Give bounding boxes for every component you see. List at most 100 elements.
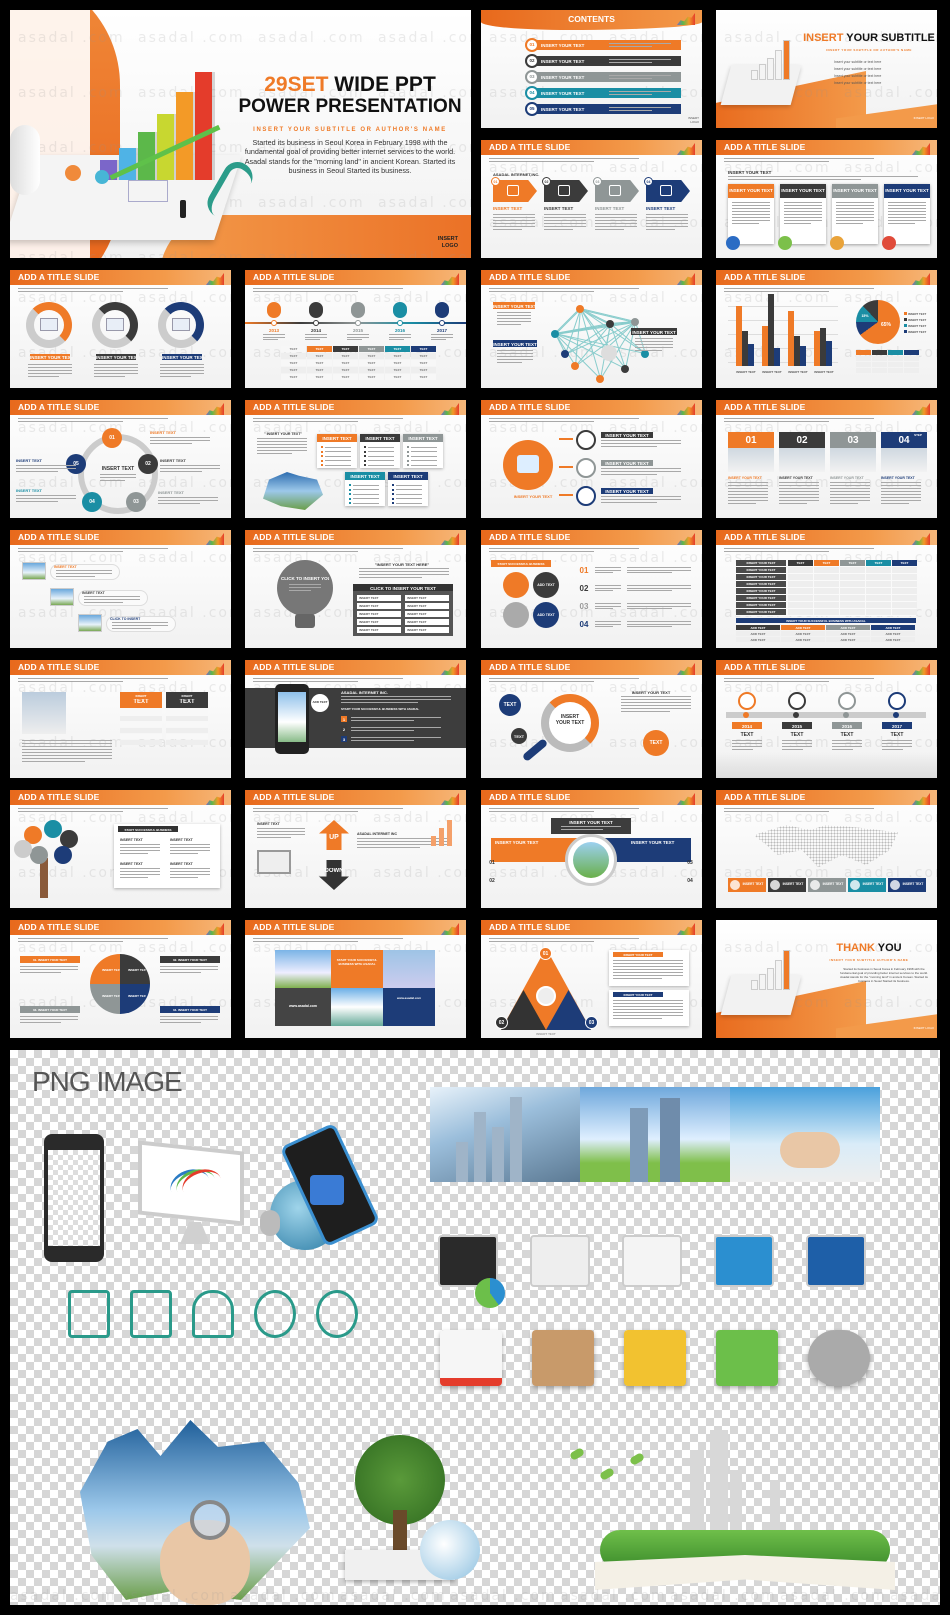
text-line <box>881 491 921 493</box>
tree-leaf-circle <box>30 846 48 864</box>
paper-roll-end <box>10 125 40 195</box>
slide-thumbnail[interactable]: ADD A TITLE SLIDEasadal .comasadal .coma… <box>481 790 702 908</box>
network-node <box>571 362 579 370</box>
bar-graphic <box>759 64 766 80</box>
label: TEXT <box>393 354 402 358</box>
label: TEXT <box>289 368 298 372</box>
photo-image <box>275 950 331 988</box>
text-line <box>150 440 210 442</box>
text-line <box>325 451 351 453</box>
table-cell <box>788 602 813 608</box>
slide-thumbnail[interactable]: ADD A TITLE SLIDEasadal .comasadal .coma… <box>716 530 937 648</box>
text-line <box>257 450 307 452</box>
slide-thumbnail[interactable]: ADD A TITLE SLIDEasadal .comasadal .coma… <box>716 400 937 518</box>
slide-thumbnail[interactable]: ADD A TITLE SLIDEasadal .comasadal .coma… <box>10 660 231 778</box>
text-line <box>836 217 874 219</box>
table-cell <box>788 588 813 594</box>
label: INSERT YOUR TEXT <box>779 476 813 480</box>
label: INSERT TEXT <box>120 838 143 842</box>
text-line <box>544 223 586 225</box>
label: " INSERT YOUR TEXT" <box>263 432 303 436</box>
text-line <box>325 464 351 466</box>
text-line <box>16 501 58 503</box>
text-line <box>497 318 531 320</box>
pie-graphic <box>65 165 81 181</box>
text-line <box>732 746 762 748</box>
text-line <box>170 847 210 849</box>
bar <box>826 341 832 366</box>
slide-thumbnail[interactable]: ADD A TITLE SLIDEasadal .comasadal .coma… <box>245 790 466 908</box>
label: INSERT YOUR TEXT <box>830 476 864 480</box>
thank-you-slide[interactable]: asadal .comasadal .comasadal .comasadal … <box>716 920 937 1038</box>
text-line <box>888 205 926 207</box>
label: INSERT TEXT <box>822 882 844 886</box>
slide-thumbnail[interactable]: ADD A TITLE SLIDEasadal .comasadal .coma… <box>716 790 937 908</box>
e-letter-graphic <box>260 1210 280 1236</box>
text-line <box>613 1012 683 1014</box>
label: ADD TEXT <box>795 637 811 642</box>
bullet-dot <box>392 488 394 491</box>
slide-thumbnail[interactable]: ADD A TITLE SLIDEasadal .comasadal .coma… <box>245 270 466 388</box>
label: 02 <box>796 435 808 446</box>
lightbulb-plant-icon <box>716 1330 778 1386</box>
text-line <box>595 590 614 592</box>
watermark-text: asadal .com <box>780 1588 887 1604</box>
slide-thumbnail[interactable]: ADD A TITLE SLIDEasadal .comasadal .coma… <box>245 920 466 1038</box>
slide-thumbnail[interactable]: ADD A TITLE SLIDEasadal .comasadal .coma… <box>481 920 702 1038</box>
bullet-dot <box>392 502 394 504</box>
table-cell <box>166 710 208 715</box>
label: INSERT YOUR TEXT <box>555 714 585 726</box>
bullet-dot <box>349 493 351 495</box>
slide-thumbnail[interactable]: ADD A TITLE SLIDEasadal .comasadal .coma… <box>10 790 231 908</box>
text-line <box>100 480 126 482</box>
bar-graphic <box>751 70 758 80</box>
slide-thumbnail[interactable]: ADD A TITLE SLIDEasadal .comasadal .coma… <box>10 270 231 388</box>
label: INSERT YOUR TEXT <box>833 188 877 193</box>
text-line <box>779 503 807 505</box>
slide-thumbnail[interactable]: ADD A TITLE SLIDEasadal .comasadal .coma… <box>481 530 702 648</box>
label: 02 <box>489 878 495 884</box>
slide-thumbnail[interactable]: ADD A TITLE SLIDEasadal .comasadal .coma… <box>10 530 231 648</box>
label: INSERT TEXT <box>493 206 523 211</box>
text-line <box>646 220 688 222</box>
text-line <box>257 444 307 446</box>
text-line <box>368 464 394 466</box>
hand-holding-city <box>780 1132 840 1168</box>
text-line <box>830 497 870 499</box>
text-line <box>595 623 621 625</box>
text-line <box>888 220 926 222</box>
slide-thumbnail[interactable]: ADD A TITLE SLIDEasadal .comasadal .coma… <box>481 270 702 388</box>
text-line <box>289 590 312 592</box>
slide-thumbnail[interactable]: ADD A TITLE SLIDEasadal .comasadal .coma… <box>716 140 937 258</box>
subtitle-slide[interactable]: asadal .comasadal .comasadal .comasadal … <box>716 10 937 128</box>
text-line <box>882 743 912 745</box>
skyscraper-graphic <box>492 1127 504 1182</box>
city-skyline <box>716 752 937 778</box>
contents-slide[interactable]: CONTENTSasadal .comasadal .comasadal .co… <box>481 10 702 128</box>
logo-placeholder: INSERT LOGO <box>913 1026 934 1030</box>
text-line <box>411 460 437 462</box>
slide-thumbnail[interactable]: ADD A TITLE SLIDEasadal .comasadal .coma… <box>716 270 937 388</box>
label: TEXT <box>367 368 376 372</box>
slide-thumbnail[interactable]: ADD A TITLE SLIDEasadal .comasadal .coma… <box>245 530 466 648</box>
slide-title: ADD A TITLE SLIDE <box>253 532 335 542</box>
slide-thumbnail[interactable]: ADD A TITLE SLIDEasadal .comasadal .coma… <box>245 660 466 778</box>
icon-circle <box>576 430 596 450</box>
slide-thumbnail[interactable]: ADD A TITLE SLIDEasadal .comasadal .coma… <box>10 920 231 1038</box>
bullet-dot <box>392 493 394 495</box>
text-line <box>497 359 533 361</box>
slide-thumbnail[interactable]: ADD A TITLE SLIDEasadal .comasadal .coma… <box>10 400 231 518</box>
label: TEXT <box>874 561 883 565</box>
connector-arrow <box>559 466 573 468</box>
title-slide[interactable]: asadal .com asadal .com asadal .com asadal … <box>10 10 471 258</box>
watermark-text: asadal .com <box>18 30 125 46</box>
slide-thumbnail[interactable]: ADD A TITLE SLIDEasadal .comasadal .coma… <box>245 400 466 518</box>
text-line <box>732 217 770 219</box>
slide-thumbnail[interactable]: ADD A TITLE SLIDEasadal .comasadal .coma… <box>481 400 702 518</box>
label: INSERT TEXT <box>762 370 782 374</box>
slide-thumbnail[interactable]: ADD A TITLE SLIDEasadal .comasadal .coma… <box>481 140 702 258</box>
slide-title: ADD A TITLE SLIDE <box>724 532 806 542</box>
slide-thumbnail[interactable]: ADD A TITLE SLIDEasadal .comasadal .coma… <box>481 660 702 778</box>
slide-thumbnail[interactable]: ADD A TITLE SLIDEasadal .comasadal .coma… <box>716 660 937 778</box>
timeline-dot <box>843 712 849 718</box>
